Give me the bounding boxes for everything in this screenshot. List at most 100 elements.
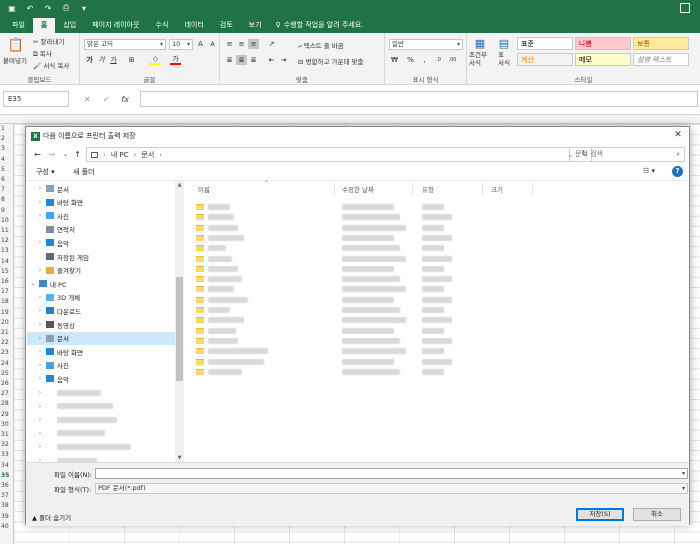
font-color-icon[interactable]: 가 (170, 55, 181, 65)
expand-chevron-icon[interactable]: › (36, 239, 44, 246)
bold-icon[interactable]: 가 (84, 55, 95, 65)
row-number[interactable]: 15 (1, 268, 9, 275)
row-number[interactable]: 22 (1, 339, 9, 346)
nav-item[interactable]: › 즐겨찾기 (27, 264, 176, 277)
comma-icon[interactable]: , (419, 55, 430, 65)
border-icon[interactable]: ⊞ (126, 55, 137, 65)
orientation-icon[interactable]: ↗ (266, 39, 277, 49)
row-number[interactable]: 20 (1, 319, 9, 326)
nav-item[interactable]: 연락처 (27, 223, 176, 236)
row-number[interactable]: 4 (1, 156, 5, 163)
expand-chevron-icon[interactable]: › (36, 267, 44, 274)
nav-item-obscured[interactable]: › (27, 386, 176, 399)
file-row[interactable] (196, 274, 456, 284)
tab-1[interactable]: 홈 (32, 18, 56, 33)
column-separator[interactable] (482, 183, 483, 195)
format-as-table-button[interactable]: 표 서식 (498, 51, 510, 67)
row-number[interactable]: 34 (1, 462, 9, 469)
row-number[interactable]: 31 (1, 431, 9, 438)
row-number[interactable]: 36 (1, 482, 9, 489)
nav-item[interactable]: › 음악 (27, 236, 176, 249)
row-number[interactable]: 6 (1, 176, 5, 183)
format-as-table-icon[interactable]: ▤ (497, 36, 511, 50)
file-row[interactable] (196, 212, 456, 222)
row-number[interactable]: 21 (1, 329, 9, 336)
scroll-thumb[interactable] (176, 277, 183, 381)
customize-icon[interactable]: ▾ (78, 2, 90, 14)
cell-style-5[interactable]: 설명 텍스트 (633, 53, 689, 66)
row-number[interactable]: 2 (1, 135, 5, 142)
row-number[interactable]: 9 (1, 207, 5, 214)
paste-icon[interactable]: 📋 (8, 37, 24, 53)
cell-style-3[interactable]: 계산 (517, 53, 573, 66)
expand-chevron-icon[interactable]: › (36, 335, 44, 342)
recent-locations-icon[interactable]: ⌄ (60, 149, 71, 160)
row-number[interactable]: 7 (1, 186, 5, 193)
row-number[interactable]: 40 (1, 523, 9, 530)
increase-indent-icon[interactable]: ⇥ (278, 55, 289, 65)
name-box[interactable]: E35 (3, 91, 69, 107)
column-header-modified[interactable]: 수정한 날짜 (342, 184, 374, 194)
nav-item-obscured[interactable]: › (27, 400, 176, 413)
grow-font-icon[interactable]: A (195, 39, 206, 49)
tab-7[interactable]: 보기 (241, 18, 270, 33)
row-number[interactable]: 10 (1, 217, 9, 224)
nav-item[interactable]: › 문서 (27, 182, 176, 195)
nav-item-obscured[interactable]: › (27, 413, 176, 426)
paste-button[interactable]: 붙여넣기 (3, 55, 27, 65)
scroll-up-icon[interactable]: ▲ (175, 182, 184, 188)
column-separator[interactable] (412, 183, 413, 195)
file-row[interactable] (196, 305, 456, 315)
tab-3[interactable]: 페이지 레이아웃 (84, 18, 147, 33)
help-icon[interactable]: ? (672, 166, 683, 177)
expand-chevron-icon[interactable]: › (36, 403, 44, 410)
expand-chevron-icon[interactable]: ⌄ (29, 280, 37, 287)
format-painter-button[interactable]: 🖌 서식 복사 (33, 60, 69, 70)
tab-6[interactable]: 검토 (212, 18, 241, 33)
row-number[interactable]: 38 (1, 502, 9, 509)
file-row[interactable] (196, 233, 456, 243)
search-input[interactable]: 문서 검색 ⌕ (569, 147, 685, 162)
row-number[interactable]: 5 (1, 166, 5, 173)
decrease-indent-icon[interactable]: ⇤ (266, 55, 277, 65)
nav-item[interactable]: › 문서 (27, 331, 176, 345)
nav-item-obscured[interactable]: › (27, 454, 176, 462)
row-number[interactable]: 25 (1, 370, 9, 377)
column-separator[interactable] (334, 183, 335, 195)
file-row[interactable] (196, 357, 456, 367)
file-row[interactable] (196, 264, 456, 274)
breadcrumb-pc[interactable]: 내 PC (111, 150, 129, 160)
currency-icon[interactable]: ₩ (389, 55, 400, 65)
nav-item[interactable]: › 음악 (27, 372, 176, 385)
row-number[interactable]: 11 (1, 227, 9, 234)
tab-0[interactable]: 파일 (4, 18, 33, 33)
organize-button[interactable]: 구성 ▾ (36, 167, 55, 177)
nav-item-obscured[interactable]: › (27, 440, 176, 453)
expand-chevron-icon[interactable]: › (36, 185, 44, 192)
align-right-icon[interactable]: ≣ (248, 55, 259, 65)
row-number[interactable]: 8 (1, 196, 5, 203)
expand-chevron-icon[interactable]: › (36, 307, 44, 314)
close-icon[interactable]: ✕ (672, 129, 684, 141)
navigation-pane[interactable]: › 문서 › 바탕 화면 › 사진 연락처 › 음악 저장된 게임 › 즐겨찾기 ⌄ 내 PC › 3D 개체… (27, 181, 176, 462)
wrap-text-button[interactable]: ⤶ 텍스트 줄 바꿈 (298, 40, 344, 51)
column-header-name[interactable]: 이름 (198, 184, 210, 194)
up-icon[interactable]: ↑ (72, 149, 83, 160)
redo-icon[interactable]: ↷ (42, 2, 54, 14)
nav-item[interactable]: 저장된 게임 (27, 250, 176, 263)
expand-chevron-icon[interactable]: › (36, 430, 44, 437)
navigation-scrollbar[interactable]: ▲ ▼ (175, 181, 184, 462)
file-type-select[interactable]: PDF 문서(*.pdf) (95, 483, 688, 494)
cancel-icon[interactable]: ✕ (84, 95, 91, 104)
font-size-combo[interactable]: 10 (169, 39, 193, 50)
cancel-button[interactable]: 취소 (633, 508, 681, 521)
file-row[interactable] (196, 295, 456, 305)
underline-icon[interactable]: 가 (108, 55, 119, 65)
view-options-icon[interactable]: ☷ ▾ (643, 167, 655, 175)
expand-chevron-icon[interactable]: › (36, 294, 44, 301)
row-number[interactable]: 14 (1, 258, 9, 265)
file-row[interactable] (196, 254, 456, 264)
row-number[interactable]: 12 (1, 237, 9, 244)
column-header-size[interactable]: 크기 (491, 184, 503, 194)
row-number[interactable]: 37 (1, 492, 9, 499)
